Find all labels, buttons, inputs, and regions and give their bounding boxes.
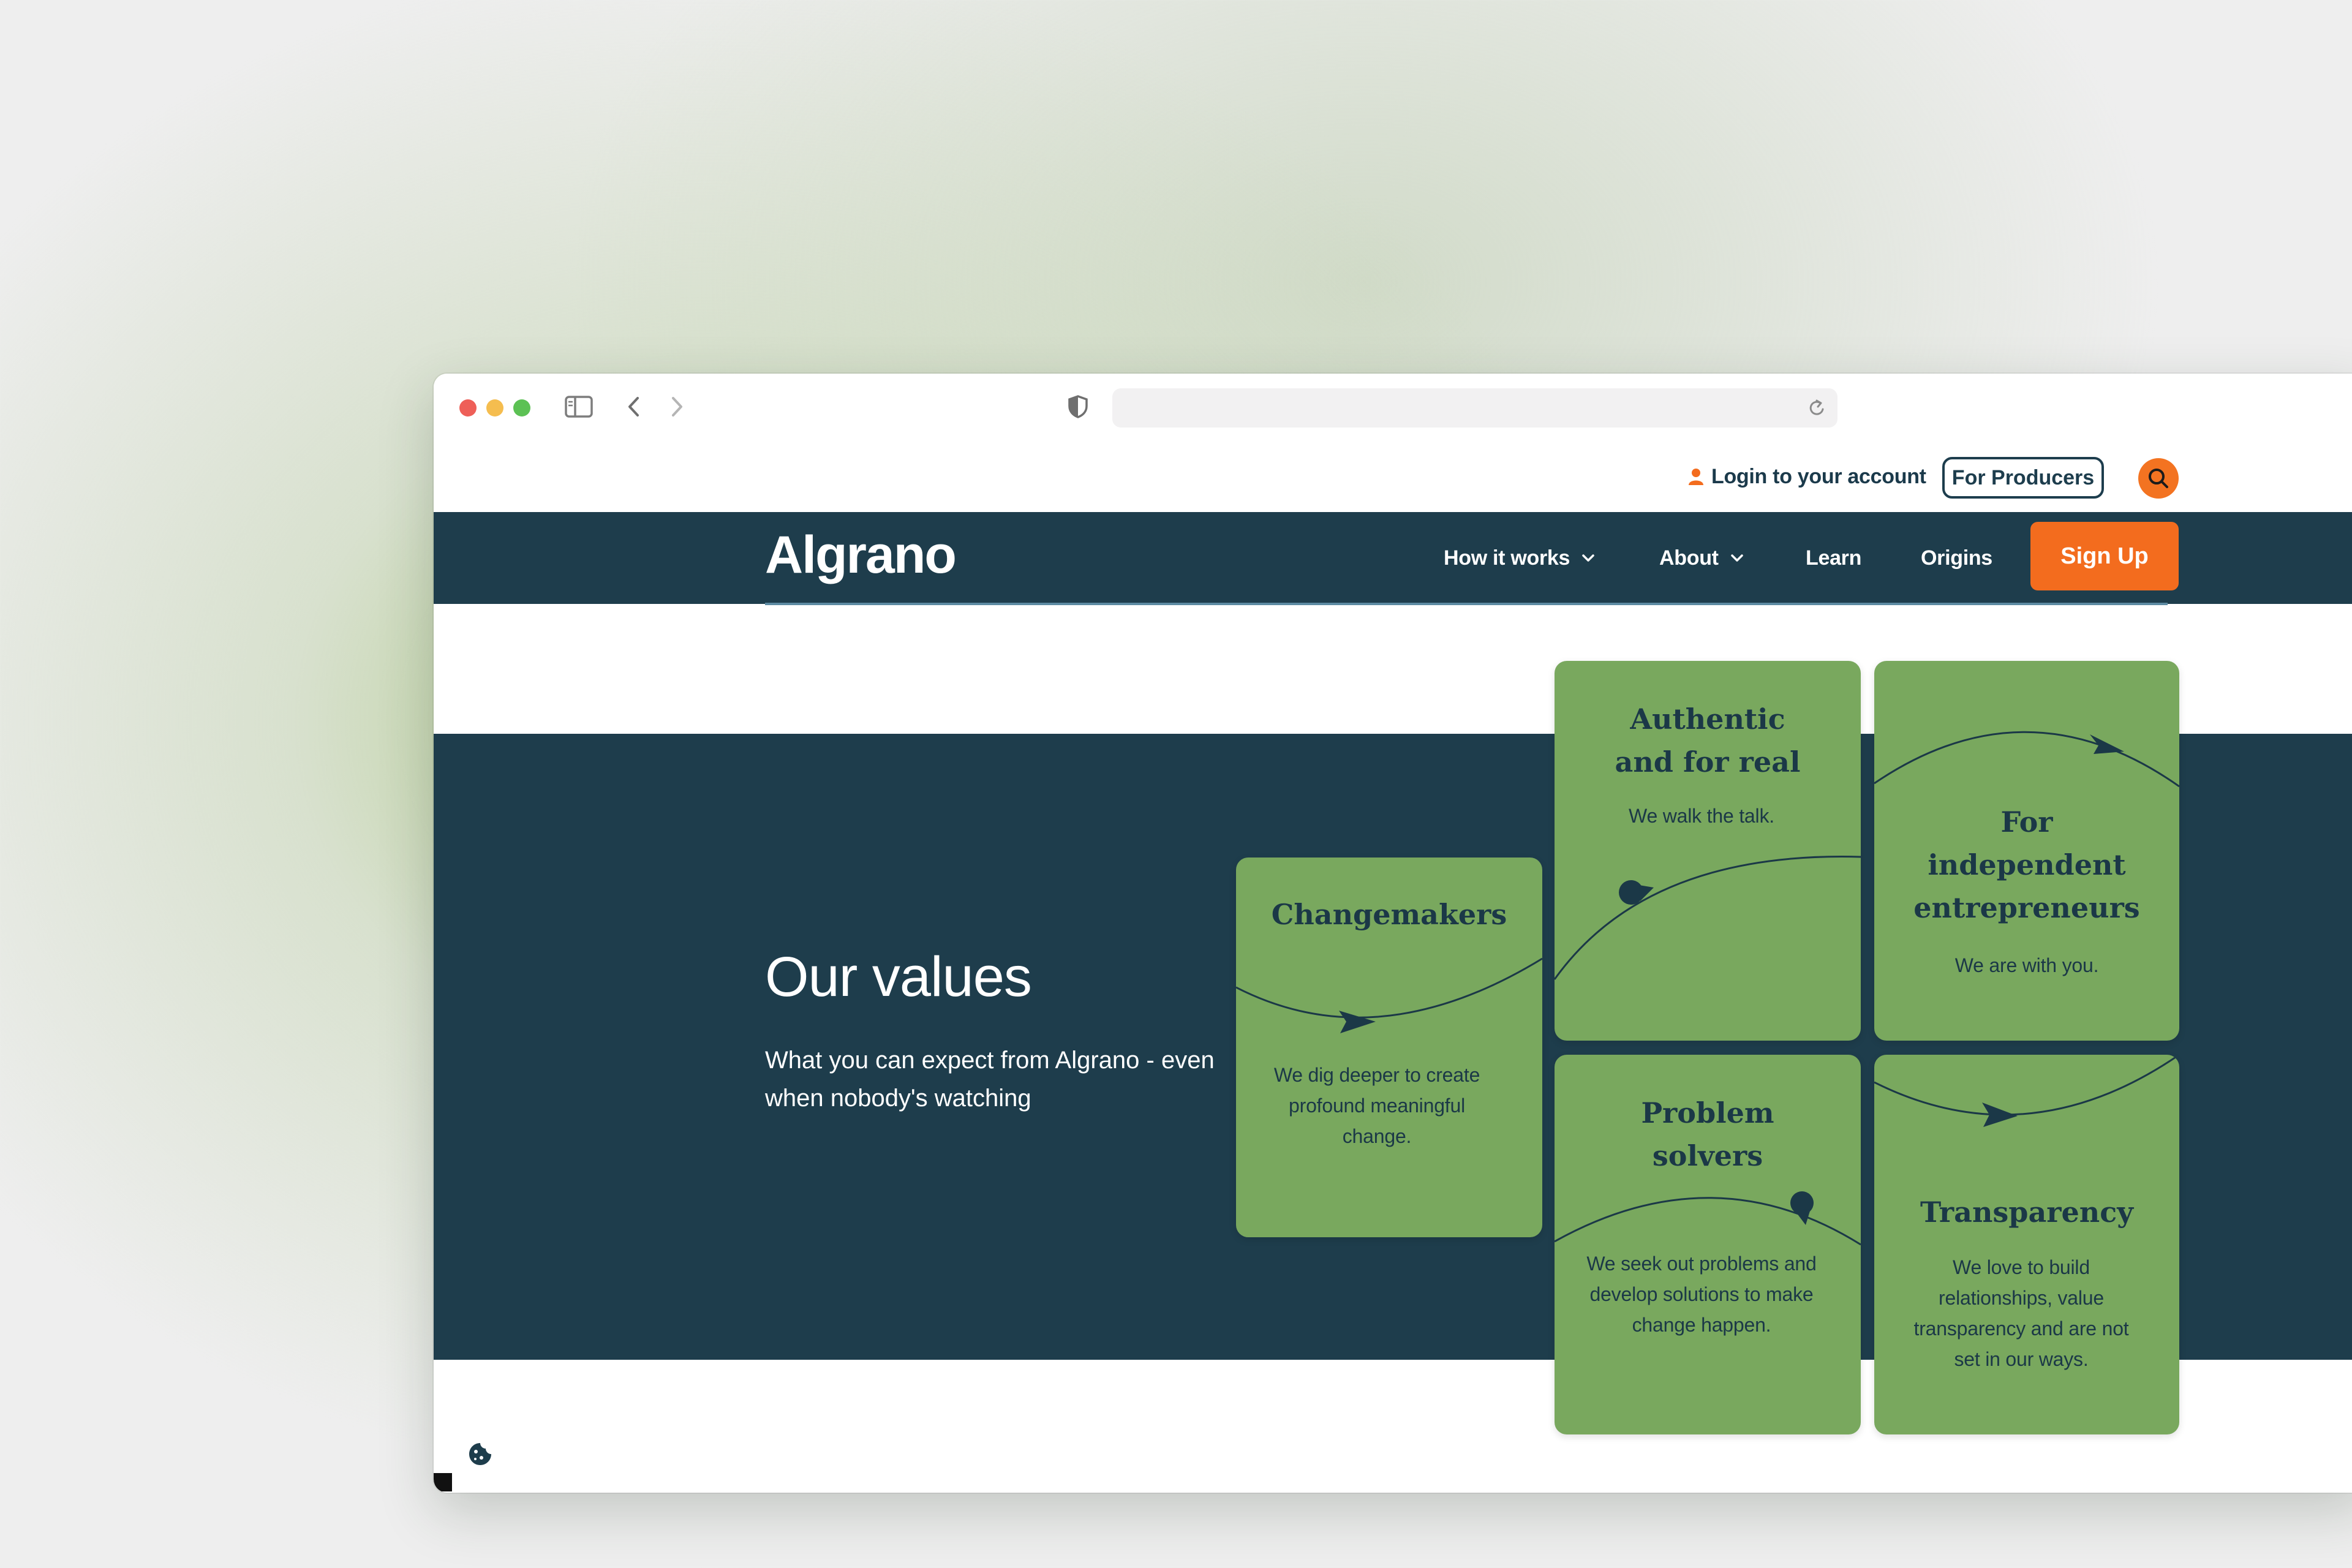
nav-item-how-it-works[interactable]: How it works bbox=[1444, 543, 1596, 573]
sidebar-toggle-icon[interactable] bbox=[565, 394, 593, 419]
browser-toolbar bbox=[434, 374, 2352, 442]
value-card-changemakers: Changemakers We dig deeper to create pro… bbox=[1236, 858, 1542, 1237]
corner-widget[interactable] bbox=[434, 1473, 452, 1491]
value-card-authentic: Authentic and for real We walk the talk. bbox=[1555, 661, 1861, 1041]
card-text: We are with you. bbox=[1954, 954, 2099, 976]
main-navbar: Algrano How it works About Learn Origins… bbox=[434, 512, 2352, 605]
nav-item-label: Origins bbox=[1921, 546, 1992, 570]
card-title: Problem solvers bbox=[1641, 1096, 1774, 1172]
minimize-window-button[interactable] bbox=[486, 399, 503, 417]
cookie-settings-icon[interactable] bbox=[467, 1441, 494, 1471]
address-bar[interactable] bbox=[1112, 388, 1838, 428]
for-producers-label: For Producers bbox=[1951, 466, 2095, 489]
value-card-independent-entrepreneurs: For independent entrepreneurs We are wit… bbox=[1874, 661, 2179, 1041]
card-text: We walk the talk. bbox=[1629, 805, 1774, 827]
nav-item-about[interactable]: About bbox=[1659, 543, 1744, 573]
nav-item-label: How it works bbox=[1444, 546, 1570, 570]
card-text: We love to build relationships, value tr… bbox=[1913, 1256, 2129, 1370]
decorative-curve bbox=[1874, 1055, 2179, 1127]
browser-window: Login to your account For Producers Algr… bbox=[434, 374, 2352, 1493]
login-label: Login to your account bbox=[1711, 464, 1926, 488]
nav-item-label: About bbox=[1659, 546, 1719, 570]
user-icon bbox=[1689, 469, 1703, 485]
nav-item-label: Learn bbox=[1806, 546, 1862, 570]
close-window-button[interactable] bbox=[459, 399, 477, 417]
chevron-down-icon bbox=[1730, 554, 1743, 562]
card-text: We dig deeper to create profound meaning… bbox=[1273, 1064, 1480, 1147]
nav-item-origins[interactable]: Origins bbox=[1921, 543, 1992, 573]
card-text: We seek out problems and develop solutio… bbox=[1586, 1253, 1817, 1336]
nav-item-learn[interactable]: Learn bbox=[1806, 543, 1861, 573]
privacy-shield-icon[interactable] bbox=[1067, 394, 1089, 419]
value-card-problem-solvers: Problem solvers We seek out problems and… bbox=[1555, 1055, 1861, 1434]
maximize-window-button[interactable] bbox=[513, 399, 530, 417]
chevron-down-icon bbox=[1582, 554, 1594, 562]
algrano-logo[interactable]: Algrano bbox=[765, 524, 957, 586]
value-card-transparency: Transparency We love to build relationsh… bbox=[1874, 1055, 2179, 1434]
back-icon[interactable] bbox=[625, 394, 643, 419]
values-subtitle: What you can expect from Algrano - even … bbox=[765, 1047, 1215, 1112]
sign-up-button[interactable]: Sign Up bbox=[2030, 522, 2179, 590]
login-link[interactable]: Login to your account bbox=[1688, 458, 1926, 495]
reload-icon[interactable] bbox=[1808, 398, 1826, 421]
values-heading: Our values bbox=[765, 946, 1032, 1008]
card-title: Changemakers bbox=[1271, 898, 1507, 931]
search-icon bbox=[2149, 469, 2168, 488]
for-producers-button[interactable]: For Producers bbox=[1942, 457, 2104, 499]
utility-bar: Login to your account For Producers bbox=[434, 442, 2352, 512]
forward-icon[interactable] bbox=[668, 394, 686, 419]
card-title: Transparency bbox=[1920, 1196, 2133, 1229]
nav-divider bbox=[765, 603, 2168, 605]
search-button[interactable] bbox=[2138, 458, 2179, 499]
card-title: Authentic and for real bbox=[1615, 703, 1801, 778]
card-title: For independent entrepreneurs bbox=[1913, 805, 2140, 924]
